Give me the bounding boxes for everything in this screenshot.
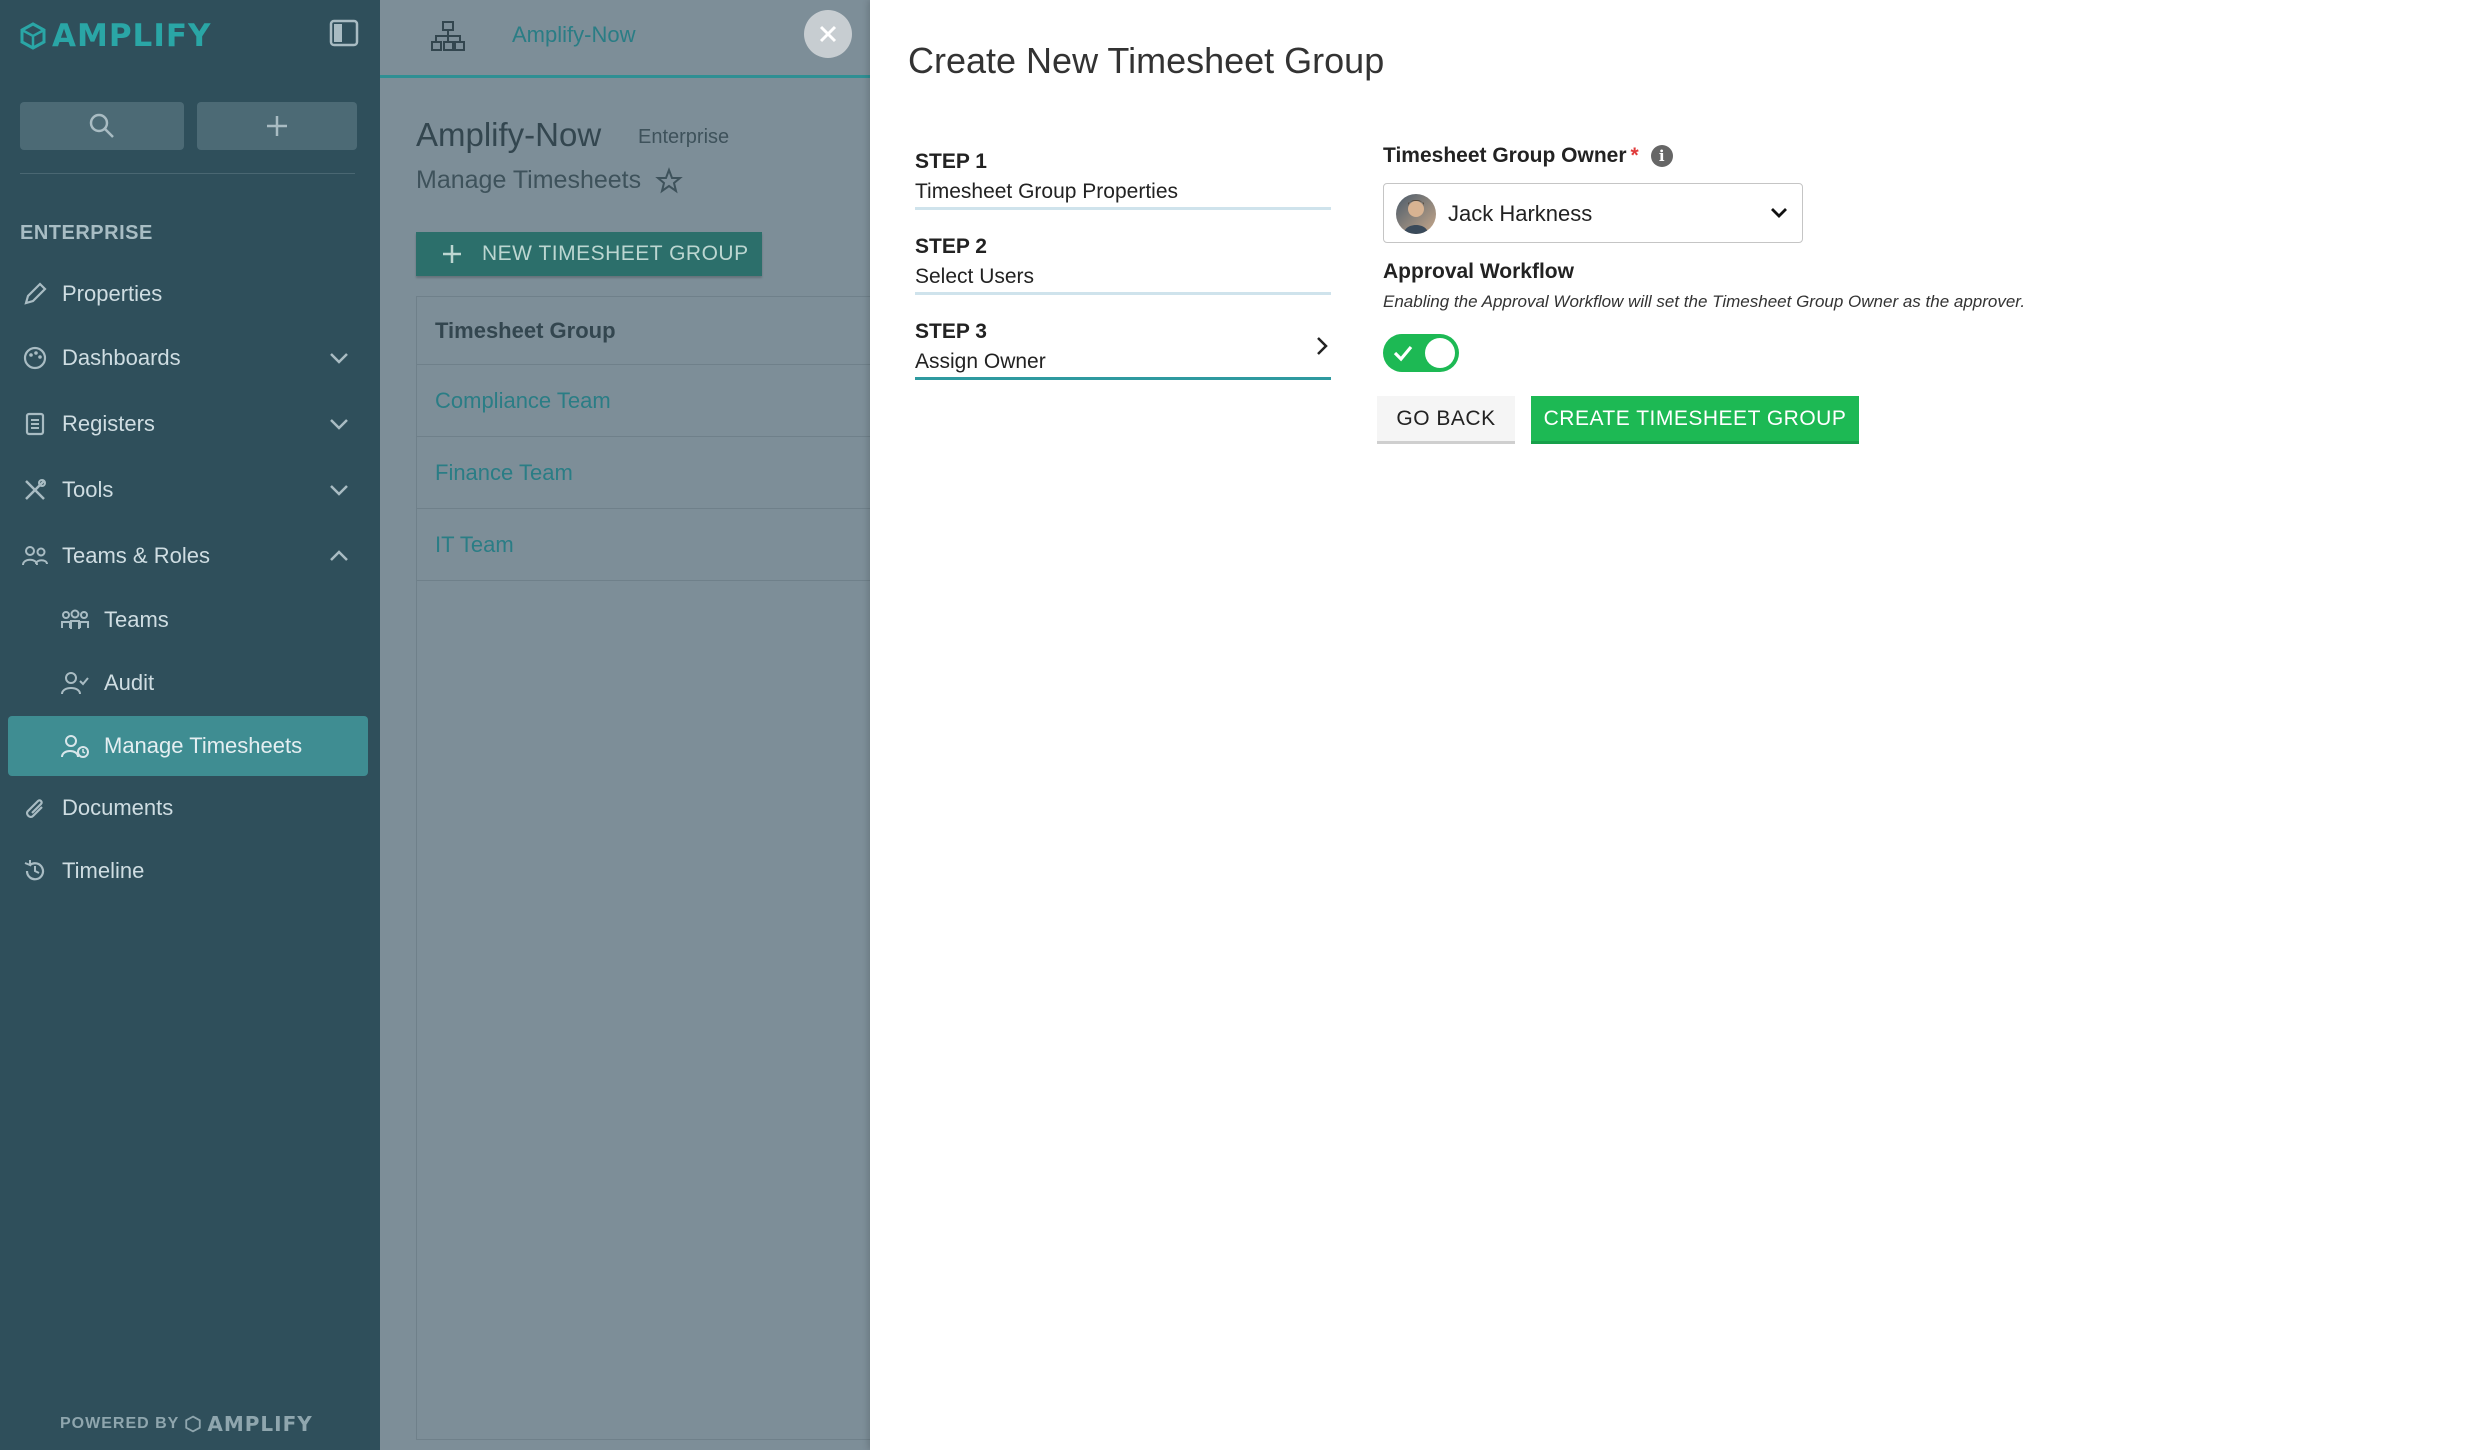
sidebar-item-label: Tools [62, 477, 114, 502]
sidebar: AMPLIFY ENTERPRISE Properties Dashboards… [0, 0, 380, 1450]
plus-icon [267, 116, 287, 136]
step-number: STEP 1 [915, 150, 987, 173]
owner-label-text: Timesheet Group Owner [1383, 144, 1627, 167]
step-name: Timesheet Group Properties [915, 180, 1179, 203]
sidebar-item-label: Manage Timesheets [104, 733, 303, 758]
owner-select-value: Jack Harkness [1448, 201, 1593, 226]
new-timesheet-group-button[interactable]: NEW TIMESHEET GROUP [416, 232, 762, 276]
paperclip-icon [20, 793, 50, 823]
page-tag: Enterprise [638, 126, 730, 148]
toggle-knob [1425, 338, 1455, 368]
tools-icon [20, 475, 50, 505]
search-button[interactable] [20, 102, 184, 150]
step-1[interactable]: STEP 1 Timesheet Group Properties [915, 138, 1331, 210]
star-icon[interactable] [655, 166, 683, 195]
info-icon[interactable]: i [1650, 145, 1673, 167]
page-subtitle: Manage Timesheets [416, 166, 683, 195]
sidebar-divider [20, 173, 355, 174]
users-icon [20, 541, 50, 571]
sidebar-item-label: Timeline [62, 858, 145, 883]
palette-icon [20, 343, 50, 373]
plus-icon [443, 245, 461, 263]
chevron-down-icon [330, 485, 348, 496]
breadcrumb[interactable]: Amplify-Now [512, 22, 635, 48]
step-3[interactable]: STEP 3 Assign Owner [915, 308, 1331, 380]
user-check-icon [60, 668, 90, 698]
go-back-button[interactable]: GO BACK [1377, 396, 1515, 444]
sidebar-item-audit[interactable]: Audit [0, 655, 380, 711]
sidebar-item-label: Registers [62, 411, 155, 436]
approval-workflow-description: Enabling the Approval Workflow will set … [1383, 292, 2026, 311]
logo-row: AMPLIFY [20, 14, 360, 54]
section-label-enterprise: ENTERPRISE [20, 222, 153, 244]
page-title: Amplify-Now [416, 116, 602, 153]
close-icon [819, 25, 837, 43]
logo-text: AMPLIFY [52, 18, 212, 54]
pencil-icon [20, 279, 50, 309]
sidebar-item-label: Dashboards [62, 345, 181, 370]
powered-by: POWERED BY AMPLIFY [60, 1412, 313, 1436]
hierarchy-icon[interactable] [430, 20, 466, 52]
avatar [1396, 194, 1436, 234]
close-drawer-button[interactable] [804, 10, 852, 58]
new-timesheet-group-label: NEW TIMESHEET GROUP [482, 242, 749, 265]
step-name: Assign Owner [915, 350, 1046, 373]
sidebar-item-registers[interactable]: Registers [0, 396, 380, 452]
add-button[interactable] [197, 102, 357, 150]
owner-field-label: Timesheet Group Owner * i [1383, 144, 1673, 168]
sidebar-item-label: Teams [104, 607, 169, 632]
sidebar-item-teams[interactable]: Teams [0, 592, 380, 648]
sidebar-item-timeline[interactable]: Timeline [0, 843, 380, 899]
history-icon [20, 856, 50, 886]
sidebar-item-label: Teams & Roles [62, 543, 210, 568]
user-clock-icon [60, 731, 90, 761]
sidebar-item-label: Audit [104, 670, 155, 695]
drawer-title: Create New Timesheet Group [908, 40, 1385, 81]
create-timesheet-group-button[interactable]: CREATE TIMESHEET GROUP [1531, 396, 1859, 444]
owner-select[interactable]: Jack Harkness [1383, 183, 1803, 243]
check-icon [1393, 345, 1413, 362]
page-subtitle-text: Manage Timesheets [416, 166, 642, 194]
sidebar-toggle-icon[interactable] [328, 18, 360, 48]
step-name: Select Users [915, 265, 1035, 288]
required-marker: * [1630, 144, 1639, 167]
chevron-down-icon [1771, 208, 1787, 218]
chevron-down-icon [330, 353, 348, 364]
sidebar-item-properties[interactable]: Properties [0, 266, 380, 322]
sidebar-item-manage-timesheets[interactable]: Manage Timesheets [8, 716, 368, 776]
app-logo[interactable]: AMPLIFY [20, 18, 211, 54]
approval-workflow-toggle[interactable] [1383, 334, 1459, 372]
chevron-right-icon [1317, 337, 1328, 355]
powered-by-brand: AMPLIFY [207, 1412, 313, 1436]
sidebar-item-teams-roles[interactable]: Teams & Roles [0, 528, 380, 584]
sidebar-item-tools[interactable]: Tools [0, 462, 380, 518]
register-icon [20, 409, 50, 439]
chevron-down-icon [330, 419, 348, 430]
powered-by-label: POWERED BY [60, 1415, 180, 1432]
search-icon [89, 113, 114, 138]
sidebar-item-label: Properties [62, 281, 163, 306]
step-number: STEP 3 [915, 320, 987, 343]
team-group-icon [60, 605, 90, 635]
create-timesheet-group-drawer: Create New Timesheet Group STEP 1 Timesh… [870, 0, 2486, 1450]
cube-logo-icon [20, 22, 46, 50]
sidebar-item-dashboards[interactable]: Dashboards [0, 330, 380, 386]
approval-workflow-title: Approval Workflow [1383, 260, 1574, 283]
step-2[interactable]: STEP 2 Select Users [915, 223, 1331, 295]
step-number: STEP 2 [915, 235, 987, 258]
sidebar-item-label: Documents [62, 795, 174, 820]
sidebar-item-documents[interactable]: Documents [0, 780, 380, 836]
cube-logo-icon [185, 1415, 202, 1433]
chevron-up-icon [330, 550, 348, 561]
